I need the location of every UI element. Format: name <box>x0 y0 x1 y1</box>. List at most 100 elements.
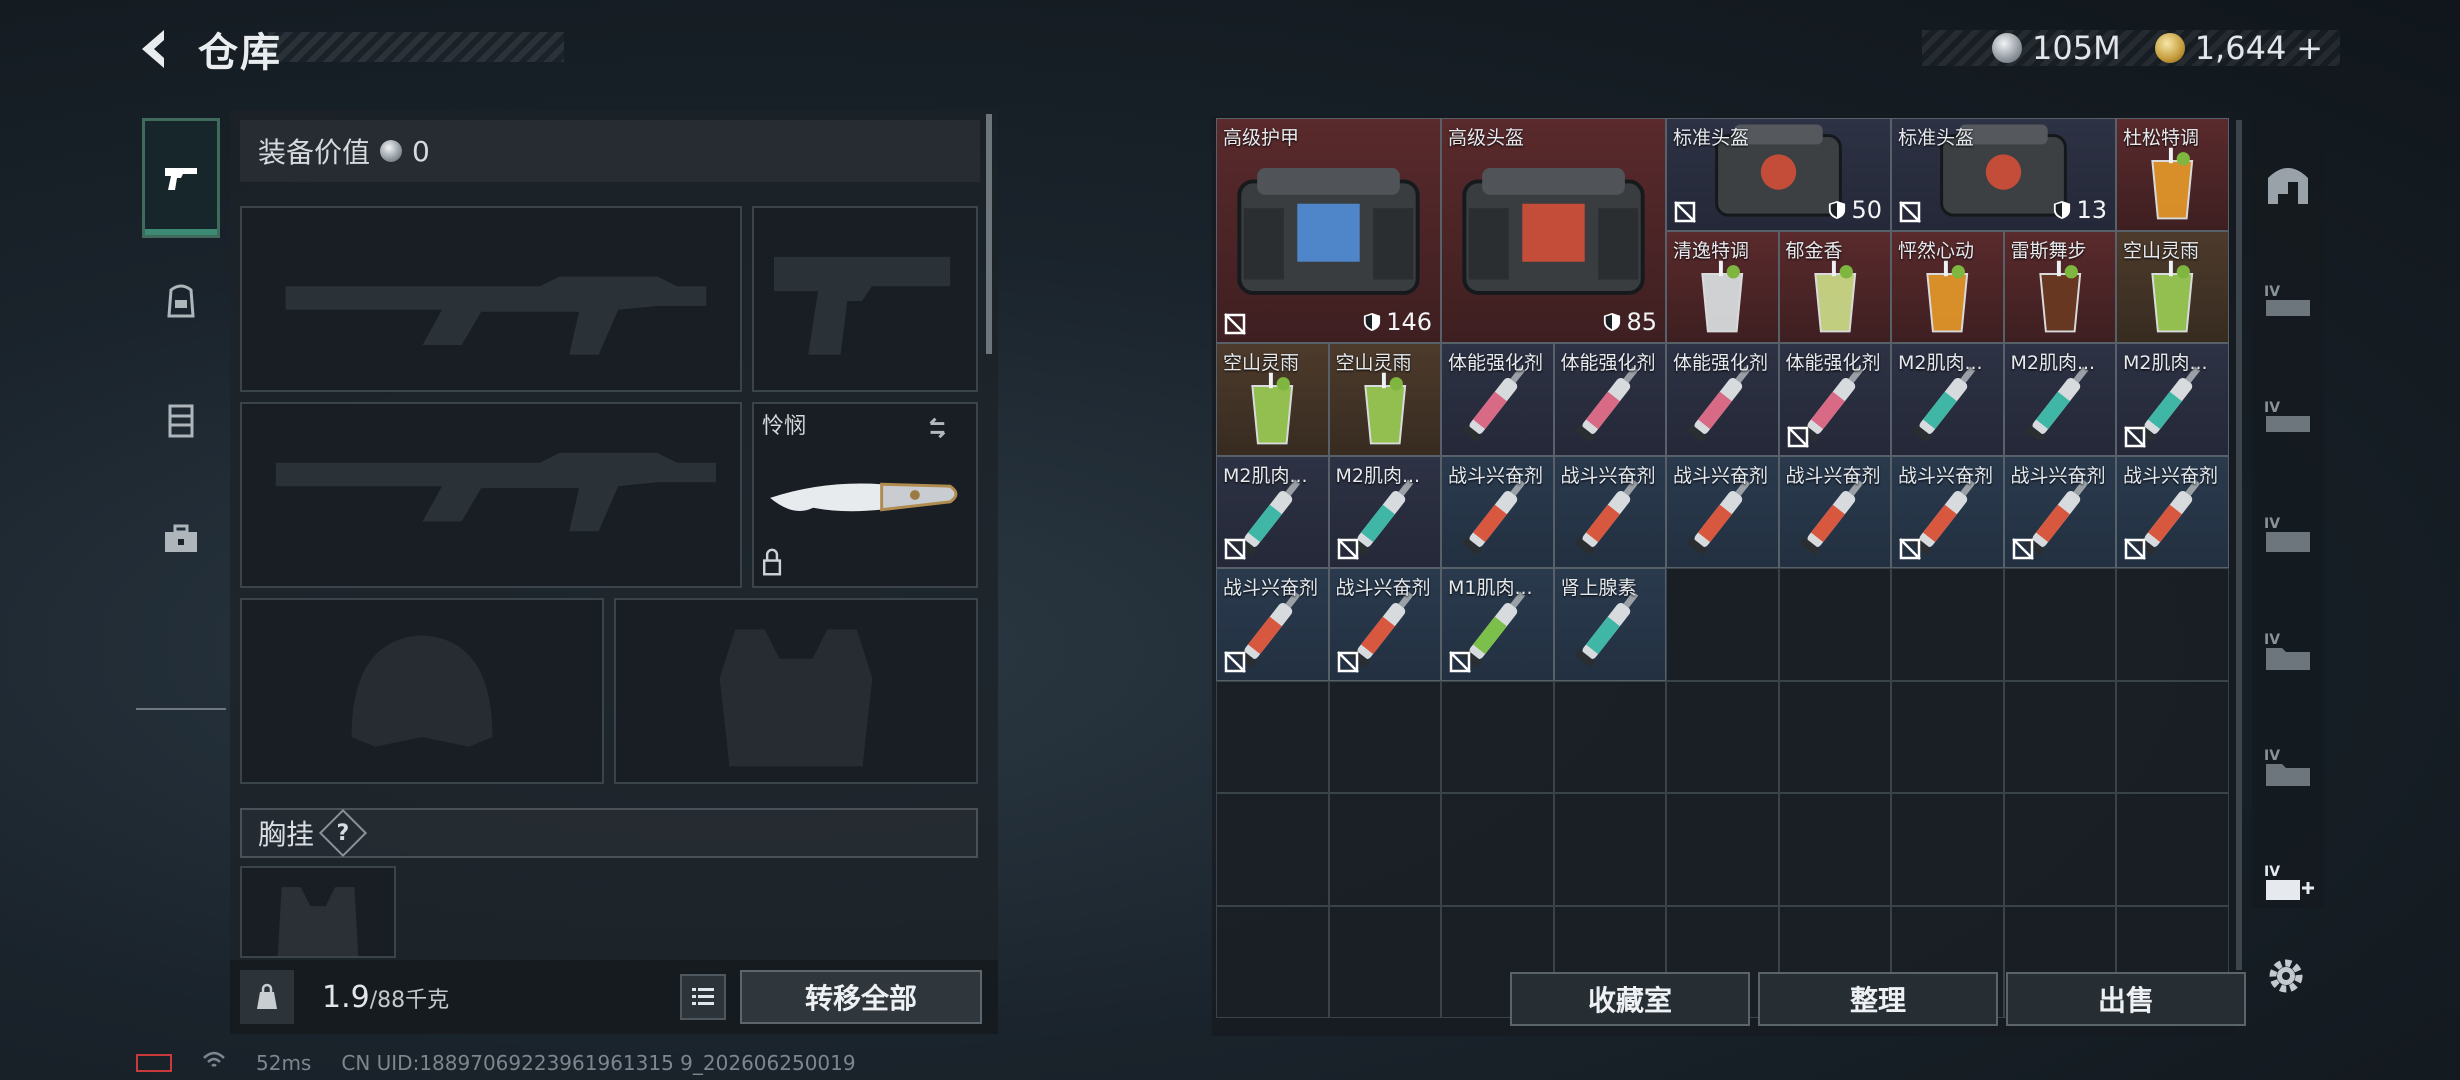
container-iv-2-icon[interactable]: IV <box>2262 394 2314 446</box>
item-name: 郁金香 <box>1785 239 1843 262</box>
stash-item[interactable]: 标准头盔 13 <box>1891 118 2116 231</box>
tab-case[interactable] <box>142 480 220 600</box>
back-button[interactable] <box>130 24 180 74</box>
stash-item[interactable]: 战斗兴奋剂 <box>1216 568 1329 681</box>
stash-empty-cell[interactable] <box>1441 680 1554 793</box>
stash-item[interactable]: M2肌肉... <box>2003 343 2116 456</box>
stash-empty-cell[interactable] <box>1891 793 2004 906</box>
item-name: 雷斯舞步 <box>2010 239 2087 262</box>
left-tab-bar <box>136 110 226 710</box>
stash-item[interactable]: 空山灵雨 <box>1216 343 1329 456</box>
stash-empty-cell[interactable] <box>1441 793 1554 906</box>
stash-item[interactable]: 战斗兴奋剂 <box>1666 455 1779 568</box>
container-iv-5-icon[interactable]: IV <box>2262 742 2314 794</box>
stash-item[interactable]: 战斗兴奋剂 <box>1328 568 1441 681</box>
sort-button[interactable]: 整理 <box>1758 972 1998 1026</box>
stash-empty-cell[interactable] <box>1778 680 1891 793</box>
stash-item[interactable]: 雷斯舞步 <box>2003 230 2116 343</box>
stash-item[interactable]: 怦然心动 <box>1891 230 2004 343</box>
melee-slot[interactable]: 怜悯 <box>752 402 978 588</box>
stash-empty-cell[interactable] <box>2003 568 2116 681</box>
item-name: 标准头盔 <box>1673 127 1750 149</box>
item-name: 战斗兴奋剂 <box>1223 577 1319 599</box>
settings-gear-icon[interactable] <box>2262 952 2310 1000</box>
equipment-scrollbar[interactable] <box>986 114 992 354</box>
tab-weapons[interactable] <box>142 118 220 238</box>
stash-item[interactable]: 战斗兴奋剂 <box>1778 455 1891 568</box>
primary-weapon-slot-2[interactable] <box>240 402 742 588</box>
stash-empty-cell[interactable] <box>2003 680 2116 793</box>
stash-empty-cell[interactable] <box>1778 568 1891 681</box>
chest-rig-slot[interactable] <box>240 866 396 958</box>
stash-item[interactable]: M2肌肉... <box>2116 343 2229 456</box>
stash-empty-cell[interactable] <box>2003 793 2116 906</box>
stash-item[interactable]: 体能强化剂 <box>1553 343 1666 456</box>
stash-empty-cell[interactable] <box>1328 905 1441 1018</box>
item-name: 战斗兴奋剂 <box>1785 464 1881 487</box>
svg-text:IV: IV <box>2264 400 2280 416</box>
stash-empty-cell[interactable] <box>1216 905 1329 1018</box>
stash-item[interactable]: 战斗兴奋剂 <box>1553 455 1666 568</box>
stash-item[interactable]: M2肌肉... <box>1328 455 1441 568</box>
stash-item[interactable]: 战斗兴奋剂 <box>1441 455 1554 568</box>
stash-item[interactable]: 战斗兴奋剂 <box>1891 455 2004 568</box>
stash-item[interactable]: 战斗兴奋剂 <box>2116 455 2229 568</box>
stash-empty-cell[interactable] <box>1891 680 2004 793</box>
item-name: 战斗兴奋剂 <box>2010 464 2106 487</box>
stash-item[interactable]: M2肌肉... <box>1216 455 1329 568</box>
stash-empty-cell[interactable] <box>1553 680 1666 793</box>
safe-icon[interactable] <box>2262 158 2314 210</box>
silver-amount: 105M <box>2032 29 2121 67</box>
stash-item[interactable]: 郁金香 <box>1778 230 1891 343</box>
transfer-all-button[interactable]: 转移全部 <box>740 970 982 1024</box>
stash-empty-cell[interactable] <box>1891 568 2004 681</box>
stash-empty-cell[interactable] <box>1216 793 1329 906</box>
list-view-button[interactable] <box>680 974 726 1020</box>
stash-item[interactable]: 高级头盔 85 <box>1441 118 1666 343</box>
tab-backpack[interactable] <box>142 240 220 360</box>
stash-item[interactable]: 空山灵雨 <box>2116 230 2229 343</box>
stash-item[interactable]: 空山灵雨 <box>1328 343 1441 456</box>
container-iv-3-icon[interactable]: IV <box>2262 510 2314 562</box>
container-iv-1-icon[interactable]: IV <box>2262 278 2314 330</box>
stash-empty-cell[interactable] <box>1216 680 1329 793</box>
helmet-silhouette-icon <box>351 635 493 747</box>
stash-empty-cell[interactable] <box>2116 680 2229 793</box>
gold-add-button[interactable]: + <box>2296 29 2323 67</box>
toolbox-icon <box>165 524 197 552</box>
stash-item[interactable]: 战斗兴奋剂 <box>2003 455 2116 568</box>
stash-item[interactable]: 体能强化剂 <box>1778 343 1891 456</box>
container-iv-add-icon[interactable]: IV <box>2262 858 2314 910</box>
item-name: 高级护甲 <box>1223 127 1300 149</box>
stash-item[interactable]: M1肌肉... <box>1441 568 1554 681</box>
body-armor-slot[interactable] <box>614 598 978 784</box>
sidearm-slot[interactable] <box>752 206 978 392</box>
helmet-slot[interactable] <box>240 598 604 784</box>
stash-scrollbar[interactable] <box>2236 120 2242 970</box>
stash-item[interactable]: 标准头盔 50 <box>1666 118 1891 231</box>
stash-empty-cell[interactable] <box>1553 793 1666 906</box>
svg-text:IV: IV <box>2264 632 2280 648</box>
help-button[interactable]: ? <box>318 808 368 858</box>
stash-empty-cell[interactable] <box>1328 680 1441 793</box>
tab-chest-rig[interactable] <box>142 360 220 480</box>
stash-empty-cell[interactable] <box>2116 568 2229 681</box>
collection-room-button[interactable]: 收藏室 <box>1510 972 1750 1026</box>
stash-item[interactable]: 肾上腺素 <box>1553 568 1666 681</box>
sell-button[interactable]: 出售 <box>2006 972 2246 1026</box>
stash-item[interactable]: 清逸特调 <box>1666 230 1779 343</box>
stash-item[interactable]: 体能强化剂 <box>1441 343 1554 456</box>
stash-item[interactable]: 高级护甲 146 <box>1216 118 1441 343</box>
stash-empty-cell[interactable] <box>1666 793 1779 906</box>
primary-weapon-slot-1[interactable] <box>240 206 742 392</box>
stash-item[interactable]: M2肌肉... <box>1891 343 2004 456</box>
stash-empty-cell[interactable] <box>1666 680 1779 793</box>
stash-item[interactable]: 体能强化剂 <box>1666 343 1779 456</box>
stash-empty-cell[interactable] <box>1778 793 1891 906</box>
container-iv-4-icon[interactable]: IV <box>2262 626 2314 678</box>
stash-empty-cell[interactable] <box>1328 793 1441 906</box>
stash-item[interactable]: 杜松特调 <box>2116 118 2229 231</box>
item-name: 体能强化剂 <box>1785 352 1881 374</box>
stash-empty-cell[interactable] <box>1666 568 1779 681</box>
stash-empty-cell[interactable] <box>2116 793 2229 906</box>
